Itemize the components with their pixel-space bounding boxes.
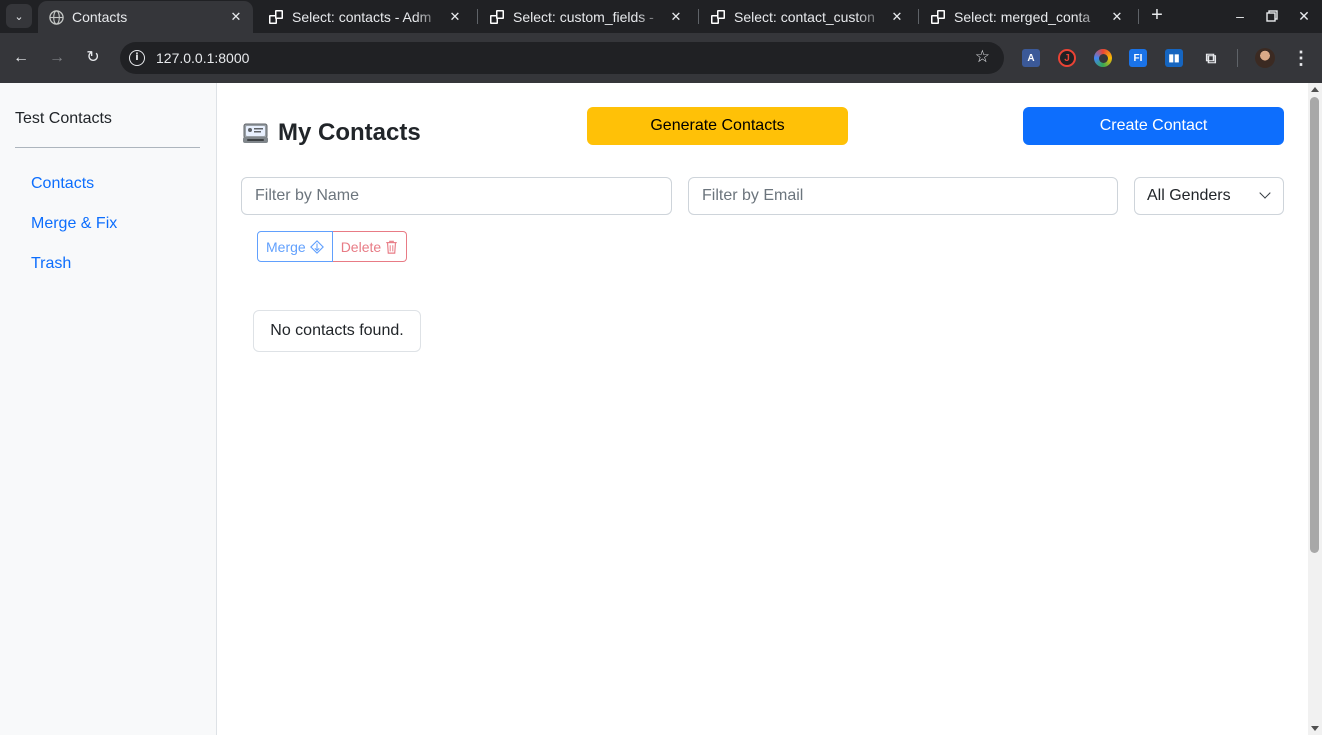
back-icon[interactable]: ←	[10, 47, 32, 69]
browser-tab-title: Select: contact_custon	[734, 9, 875, 25]
site-info-icon[interactable]: i	[129, 50, 145, 66]
tab-separator	[477, 9, 478, 24]
scroll-up-arrow-icon[interactable]	[1311, 87, 1319, 92]
toolbar-separator	[1237, 49, 1238, 67]
close-window-icon[interactable]: ✕	[1294, 6, 1314, 26]
tab-separator	[698, 9, 699, 24]
extensions-puzzle-icon[interactable]: ⧉	[1202, 49, 1220, 67]
page-title-text: My Contacts	[278, 119, 421, 146]
database-admin-icon	[930, 9, 946, 25]
browser-tab-select-custom-fields[interactable]: Select: custom_fields - ✕	[479, 1, 693, 33]
minimize-icon[interactable]: –	[1230, 6, 1250, 26]
scroll-down-arrow-icon[interactable]	[1311, 726, 1319, 731]
browser-tab-title: Contacts	[72, 9, 128, 25]
merge-button-label: Merge	[266, 238, 306, 255]
profile-avatar[interactable]	[1255, 48, 1275, 68]
extension-trello-icon[interactable]: ▮▮	[1165, 49, 1183, 67]
forward-icon[interactable]: →	[46, 47, 68, 69]
reload-icon[interactable]: ↻	[82, 47, 104, 69]
extension-translate-icon[interactable]: A	[1022, 49, 1040, 67]
page-title: My Contacts	[242, 119, 421, 147]
database-admin-icon	[489, 9, 505, 25]
tab-separator	[918, 9, 919, 24]
create-contact-button[interactable]: Create Contact	[1023, 107, 1284, 145]
generate-contacts-button[interactable]: Generate Contacts	[587, 107, 848, 145]
close-tab-icon[interactable]: ✕	[887, 9, 907, 25]
extension-fi-icon[interactable]: FI	[1129, 49, 1147, 67]
filter-email-input[interactable]: Filter by Email	[688, 177, 1118, 215]
database-admin-icon	[710, 9, 726, 25]
card-index-icon	[242, 121, 269, 145]
restore-window-icon[interactable]	[1262, 6, 1282, 26]
browser-tab-contacts[interactable]: Contacts ✕	[38, 1, 253, 33]
extension-color-picker-icon[interactable]	[1094, 49, 1112, 67]
sidebar-item-merge-fix[interactable]: Merge & Fix	[31, 215, 117, 233]
browser-tab-title: Select: contacts - Adm	[292, 9, 432, 25]
database-admin-icon	[268, 9, 284, 25]
delete-button[interactable]: Delete	[332, 231, 408, 262]
page-scrollbar[interactable]	[1308, 83, 1322, 735]
delete-button-label: Delete	[340, 238, 382, 255]
empty-state-message: No contacts found.	[253, 310, 421, 352]
browser-tab-title: Select: merged_conta	[954, 9, 1091, 25]
address-bar[interactable]: i 127.0.0.1:8000 ☆	[120, 42, 1004, 74]
tab-search-icon[interactable]: ⌄	[6, 4, 32, 28]
gender-select[interactable]: All Genders	[1134, 177, 1284, 215]
page-viewport: Test Contacts Contacts Merge & Fix Trash…	[0, 83, 1308, 735]
sidebar-item-trash[interactable]: Trash	[31, 255, 71, 273]
extension-j-icon[interactable]: J	[1058, 49, 1076, 67]
browser-menu-icon[interactable]: ⋮	[1292, 47, 1310, 69]
filter-name-input[interactable]: Filter by Name	[241, 177, 672, 215]
chevron-down-icon	[1259, 187, 1271, 199]
merge-button[interactable]: Merge	[257, 231, 333, 262]
browser-tab-select-contact-custom[interactable]: Select: contact_custon ✕	[700, 1, 914, 33]
browser-tab-select-contacts[interactable]: Select: contacts - Adm ✕	[258, 1, 472, 33]
sidebar-divider	[15, 147, 200, 148]
close-tab-icon[interactable]: ✕	[1107, 9, 1127, 25]
tab-separator	[1138, 9, 1139, 24]
browser-tab-select-merged-contacts[interactable]: Select: merged_conta ✕	[920, 1, 1134, 33]
merge-icon	[309, 239, 324, 254]
gender-select-value: All Genders	[1147, 187, 1231, 204]
close-tab-icon[interactable]: ✕	[666, 9, 686, 25]
scrollbar-thumb[interactable]	[1310, 97, 1319, 553]
close-tab-icon[interactable]: ✕	[445, 9, 465, 25]
bulk-action-group: Merge Delete	[257, 231, 408, 262]
browser-tab-title: Select: custom_fields -	[513, 9, 654, 25]
sidebar-brand[interactable]: Test Contacts	[15, 110, 112, 128]
globe-icon	[48, 9, 64, 25]
browser-tab-strip: ⌄ Contacts ✕ Select: contacts - Adm ✕ Se…	[0, 0, 1322, 33]
url-text[interactable]: 127.0.0.1:8000	[156, 50, 249, 66]
bookmark-star-icon[interactable]: ☆	[975, 47, 990, 67]
sidebar-item-contacts[interactable]: Contacts	[31, 175, 94, 193]
trash-icon	[386, 240, 397, 254]
close-tab-icon[interactable]: ✕	[226, 9, 246, 25]
browser-toolbar: ← → ↻ i 127.0.0.1:8000 ☆ A J FI ▮▮ ⧉ ⋮	[0, 33, 1322, 83]
new-tab-button[interactable]: +	[1146, 5, 1168, 27]
sidebar: Test Contacts Contacts Merge & Fix Trash	[0, 83, 217, 735]
